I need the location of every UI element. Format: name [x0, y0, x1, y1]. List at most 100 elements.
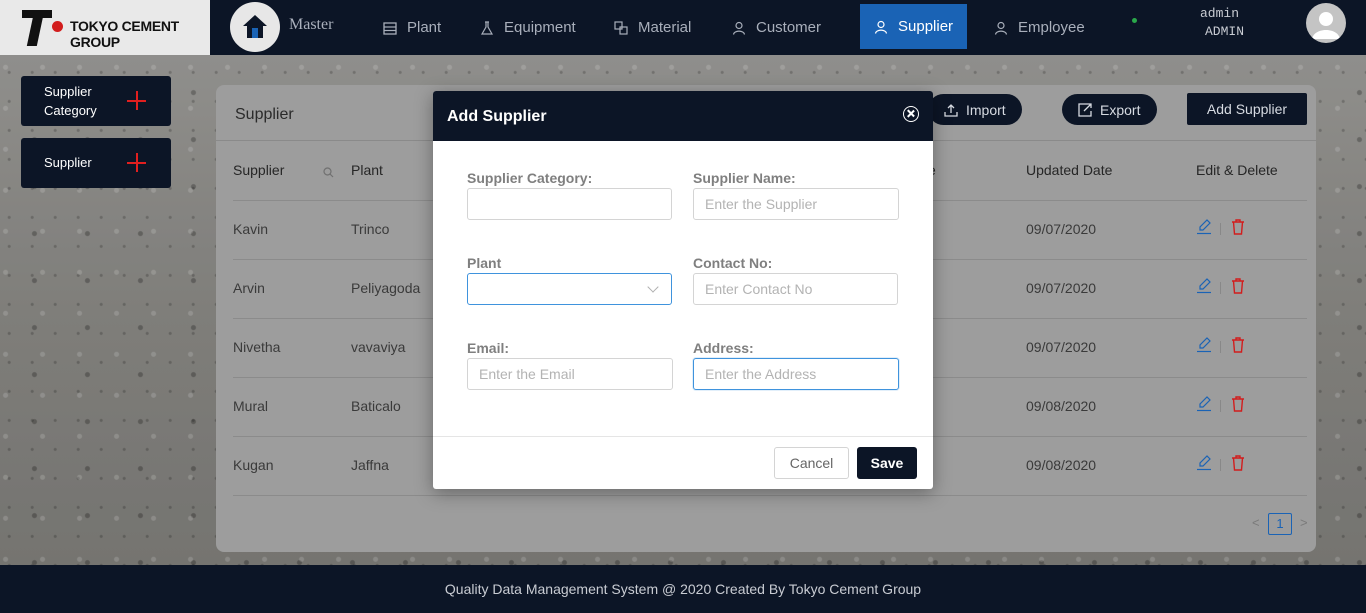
export-icon [1078, 102, 1092, 117]
search-icon[interactable] [323, 167, 334, 178]
nav-item-supplier[interactable]: Supplier [860, 4, 968, 49]
nav-item-label: Customer [756, 19, 822, 36]
pagination-current[interactable]: 1 [1268, 513, 1292, 535]
address-input[interactable] [693, 358, 899, 390]
modal-title: Add Supplier [447, 108, 547, 125]
column-header-updated-date[interactable]: Updated Date [1026, 162, 1112, 178]
user-name: admin [1200, 6, 1240, 21]
contact-label: Contact No: [693, 255, 773, 271]
brand-dot [52, 21, 63, 32]
import-label: Import [966, 101, 1006, 118]
user-icon [732, 21, 746, 35]
top-navbar: TOKYO CEMENT GROUP Master Plant Equipmen… [0, 0, 1366, 55]
cell-plant: Trinco [351, 221, 390, 237]
upload-icon [944, 103, 958, 117]
plant-select[interactable] [467, 273, 672, 305]
sidebar-item-label: Supplier [44, 155, 92, 170]
plant-label: Plant [467, 255, 502, 271]
email-label: Email: [467, 340, 510, 356]
edit-icon[interactable] [1197, 396, 1211, 412]
nav-master-label[interactable]: Master [289, 16, 333, 34]
action-separator [1220, 341, 1221, 353]
export-button[interactable]: Export [1062, 94, 1157, 125]
footer: Quality Data Management System @ 2020 Cr… [0, 565, 1366, 613]
blocks-icon [614, 20, 628, 35]
sidebar-add-supplier[interactable]: Supplier [21, 138, 171, 188]
sidebar-item-label: Supplier [44, 84, 92, 99]
import-button[interactable]: Import [928, 94, 1022, 125]
user-icon [874, 20, 888, 34]
delete-icon[interactable] [1231, 219, 1245, 235]
brand-mark-icon [22, 10, 54, 46]
action-separator [1220, 400, 1221, 412]
action-separator [1220, 459, 1221, 471]
cell-updated-date: 09/08/2020 [1026, 457, 1097, 473]
nav-item-label: Equipment [504, 19, 576, 36]
cell-plant: vavaviya [351, 339, 406, 355]
delete-icon[interactable] [1231, 278, 1245, 294]
contact-input[interactable] [693, 273, 898, 305]
pagination-prev[interactable]: < [1252, 515, 1260, 530]
delete-icon[interactable] [1231, 337, 1245, 353]
add-supplier-button[interactable]: Add Supplier [1187, 93, 1307, 125]
cell-updated-date: 09/07/2020 [1026, 221, 1097, 237]
avatar-icon [1312, 12, 1340, 39]
cancel-button[interactable]: Cancel [774, 447, 849, 479]
cell-updated-date: 09/08/2020 [1026, 398, 1097, 414]
edit-icon[interactable] [1197, 278, 1211, 294]
column-header-edit-delete: Edit & Delete [1196, 162, 1278, 178]
export-label: Export [1100, 101, 1141, 118]
save-button[interactable]: Save [857, 447, 917, 479]
delete-icon[interactable] [1231, 455, 1245, 471]
edit-icon[interactable] [1197, 219, 1211, 235]
modal-header: Add Supplier [433, 91, 933, 141]
address-label: Address: [693, 340, 754, 356]
chevron-down-icon [647, 281, 659, 293]
cell-supplier: Kavin [233, 221, 269, 237]
online-status-dot [1132, 18, 1137, 23]
flask-icon [480, 20, 494, 35]
sidebar-item-label: Category [44, 103, 97, 118]
user-icon [994, 21, 1008, 35]
pagination-next[interactable]: > [1300, 515, 1308, 530]
column-header-plant[interactable]: Plant [351, 162, 383, 178]
cell-updated-date: 09/07/2020 [1026, 280, 1097, 296]
nav-item-label: Supplier [898, 18, 954, 35]
cell-supplier: Nivetha [233, 339, 281, 355]
cell-plant: Baticalo [351, 398, 401, 414]
nav-item-material[interactable]: Material [614, 0, 691, 55]
nav-item-plant[interactable]: Plant [383, 0, 441, 55]
action-separator [1220, 282, 1221, 294]
cell-plant: Peliyagoda [351, 280, 421, 296]
building-icon [383, 21, 397, 35]
nav-item-label: Plant [407, 19, 442, 36]
nav-item-employee[interactable]: Employee [994, 0, 1085, 55]
cell-supplier: Kugan [233, 457, 274, 473]
cell-supplier: Arvin [233, 280, 265, 296]
brand-logo[interactable]: TOKYO CEMENT GROUP [0, 0, 210, 55]
avatar[interactable] [1306, 3, 1346, 43]
plus-icon [127, 153, 146, 172]
nav-item-customer[interactable]: Customer [732, 0, 821, 55]
page-title: Supplier [235, 106, 294, 123]
column-header-supplier[interactable]: Supplier [233, 162, 284, 178]
row-divider [233, 495, 1307, 496]
close-icon[interactable] [903, 106, 919, 122]
cell-supplier: Mural [233, 398, 269, 414]
user-role: ADMIN [1205, 24, 1245, 39]
home-icon [243, 15, 267, 38]
category-input[interactable] [467, 188, 672, 220]
home-button[interactable] [230, 2, 280, 52]
nav-item-equipment[interactable]: Equipment [480, 0, 576, 55]
nav-item-label: Employee [1018, 19, 1085, 36]
supplier-name-input[interactable] [693, 188, 899, 220]
edit-icon[interactable] [1197, 337, 1211, 353]
action-separator [1220, 223, 1221, 235]
delete-icon[interactable] [1231, 396, 1245, 412]
edit-icon[interactable] [1197, 455, 1211, 471]
brand-name: TOKYO CEMENT GROUP [70, 18, 179, 50]
email-field[interactable] [467, 358, 673, 390]
nav-item-label: Material [638, 19, 692, 36]
sidebar-add-supplier-category[interactable]: Supplier Category [21, 76, 171, 126]
supplier-name-label: Supplier Name: [693, 170, 796, 186]
